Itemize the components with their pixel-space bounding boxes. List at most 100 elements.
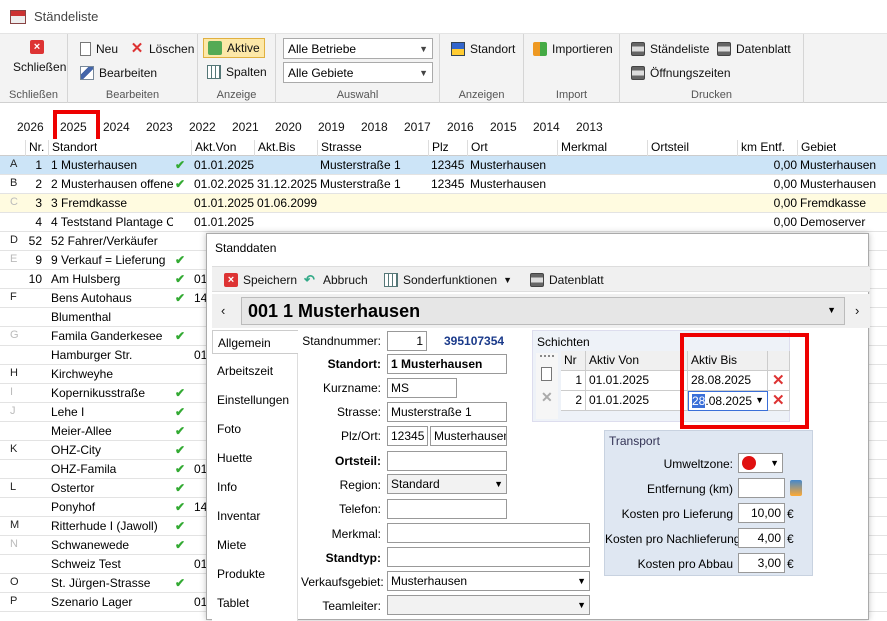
standort-button[interactable]: Standort: [451, 42, 515, 56]
column-header[interactable]: Plz: [428, 140, 449, 156]
save-button[interactable]: × Speichern: [224, 273, 297, 287]
year-tab-2016[interactable]: 2016: [447, 120, 474, 134]
alpha-index-letter[interactable]: N: [10, 538, 22, 550]
import-button[interactable]: Importieren: [533, 42, 613, 56]
column-header[interactable]: Ort: [467, 140, 488, 156]
gebiete-select[interactable]: Alle Gebiete ▼: [283, 62, 433, 83]
route-icon[interactable]: [790, 480, 802, 496]
tab-allgemein[interactable]: Allgemein: [212, 330, 298, 354]
new-button[interactable]: Neu: [80, 42, 118, 56]
tab-foto[interactable]: Foto: [212, 417, 298, 441]
column-header[interactable]: Nr.: [25, 140, 44, 156]
import-icon: [533, 42, 547, 56]
year-tab-2024[interactable]: 2024: [103, 120, 130, 134]
alpha-index-letter[interactable]: O: [10, 576, 22, 588]
table-row[interactable]: 3 3 Fremdkasse 01.01.2025 01.06.2099 0,00 Fre…: [0, 194, 887, 213]
kurzname-field[interactable]: MS: [387, 378, 457, 398]
alpha-index-letter[interactable]: E: [10, 253, 22, 265]
alpha-index-letter[interactable]: A: [10, 158, 22, 170]
ortsteil-field[interactable]: [387, 451, 507, 471]
year-tab-2022[interactable]: 2022: [189, 120, 216, 134]
cancel-button[interactable]: ↶ Abbruch: [304, 273, 368, 288]
prev-record-icon[interactable]: ‹: [221, 303, 225, 318]
alpha-index-letter[interactable]: F: [10, 291, 22, 303]
region-select[interactable]: Standard ▼: [387, 474, 507, 494]
year-tab-2019[interactable]: 2019: [318, 120, 345, 134]
standtyp-field[interactable]: [387, 547, 590, 567]
alpha-index-letter[interactable]: D: [10, 234, 22, 246]
print-list-button[interactable]: Ständeliste: [631, 42, 709, 56]
alpha-index-letter[interactable]: J: [10, 405, 22, 417]
tab-info[interactable]: Info: [212, 475, 298, 499]
standnummer-field[interactable]: 1: [387, 331, 427, 351]
umweltzone-select[interactable]: ▼: [738, 453, 783, 473]
tab-tablet[interactable]: Tablet: [212, 591, 298, 615]
year-tab-2021[interactable]: 2021: [232, 120, 259, 134]
tab-miete[interactable]: Miete: [212, 533, 298, 557]
abbau-field[interactable]: 3,00: [738, 553, 785, 573]
year-tab-2018[interactable]: 2018: [361, 120, 388, 134]
alpha-index-letter[interactable]: B: [10, 177, 22, 189]
edit-button[interactable]: Bearbeiten: [80, 66, 157, 80]
print-list-label: Ständeliste: [650, 42, 710, 56]
shift-1-von[interactable]: 01.01.2025: [586, 371, 688, 391]
column-header[interactable]: Merkmal: [557, 140, 607, 156]
shift-2-von[interactable]: 01.01.2025: [586, 391, 688, 411]
year-tab-2020[interactable]: 2020: [275, 120, 302, 134]
print-hours-button[interactable]: Öffnungszeiten: [631, 66, 731, 80]
standort-field[interactable]: 1 Musterhausen: [387, 354, 507, 374]
year-tab-2013[interactable]: 2013: [576, 120, 603, 134]
column-header[interactable]: Ortsteil: [647, 140, 689, 156]
alpha-index-letter[interactable]: L: [10, 481, 22, 493]
table-row[interactable]: 1 1 Musterhausen 01.01.2025 Musterstraße 1 1…: [0, 156, 887, 175]
column-header[interactable]: Gebiet: [797, 140, 836, 156]
year-tab-2026[interactable]: 2026: [17, 120, 44, 134]
close-button[interactable]: ×: [30, 40, 49, 54]
table-row[interactable]: 4 4 Teststand Plantage Claffi 01.01.2025 0,…: [0, 213, 887, 232]
active-button[interactable]: Aktive: [203, 38, 265, 58]
delete-button[interactable]: ✕ Löschen: [130, 41, 195, 56]
tab-produkte[interactable]: Produkte: [212, 562, 298, 586]
ort-field[interactable]: Musterhausen: [430, 426, 507, 446]
year-tab-2023[interactable]: 2023: [146, 120, 173, 134]
close-label[interactable]: Schließen: [13, 60, 66, 74]
tab-huette[interactable]: Huette: [212, 446, 298, 470]
betriebe-select[interactable]: Alle Betriebe ▼: [283, 38, 433, 59]
column-header[interactable]: Akt.Von: [191, 140, 236, 156]
tab-inventar[interactable]: Inventar: [212, 504, 298, 528]
lieferung-field[interactable]: 10,00: [738, 503, 785, 523]
column-header[interactable]: Strasse: [317, 140, 362, 156]
teamleiter-select[interactable]: ▼: [387, 595, 590, 615]
special-functions-button[interactable]: Sonderfunktionen ▼: [384, 273, 512, 287]
nachlieferung-field[interactable]: 4,00: [738, 528, 785, 548]
year-tab-2017[interactable]: 2017: [404, 120, 431, 134]
columns-button[interactable]: Spalten: [207, 65, 267, 79]
add-shift-icon[interactable]: [541, 367, 552, 381]
column-header[interactable]: Akt.Bis: [254, 140, 295, 156]
year-tab-2015[interactable]: 2015: [490, 120, 517, 134]
verkaufsgebiet-select[interactable]: Musterhausen ▼: [387, 571, 590, 591]
strasse-field[interactable]: Musterstraße 1: [387, 402, 507, 422]
telefon-field[interactable]: [387, 499, 507, 519]
table-row[interactable]: 2 2 Musterhausen offene Lade 01.02.202531.…: [0, 175, 887, 194]
print-sheet-button[interactable]: Datenblatt: [717, 42, 791, 56]
dialog-sheet-button[interactable]: Datenblatt: [530, 273, 604, 287]
entfernung-field[interactable]: [738, 478, 785, 498]
tab-arbeitszeit[interactable]: Arbeitszeit: [212, 359, 298, 383]
alpha-index-letter[interactable]: C: [10, 196, 22, 208]
column-header[interactable]: Standort: [48, 140, 97, 156]
alpha-index-letter[interactable]: K: [10, 443, 22, 455]
tab-einstellungen[interactable]: Einstellungen: [212, 388, 298, 412]
remove-shift-icon[interactable]: ✕: [541, 389, 553, 406]
column-header[interactable]: km Entf.: [737, 140, 785, 156]
alpha-index-letter[interactable]: I: [10, 386, 22, 398]
next-record-icon[interactable]: ›: [855, 303, 859, 318]
plz-field[interactable]: 12345: [387, 426, 428, 446]
alpha-index-letter[interactable]: M: [10, 519, 22, 531]
alpha-index-letter[interactable]: P: [10, 595, 22, 607]
alpha-index-letter[interactable]: H: [10, 367, 22, 379]
merkmal-field[interactable]: [387, 523, 590, 543]
year-tab-2014[interactable]: 2014: [533, 120, 560, 134]
record-selector[interactable]: 001 1 Musterhausen ▼: [241, 297, 845, 325]
alpha-index-letter[interactable]: G: [10, 329, 22, 341]
